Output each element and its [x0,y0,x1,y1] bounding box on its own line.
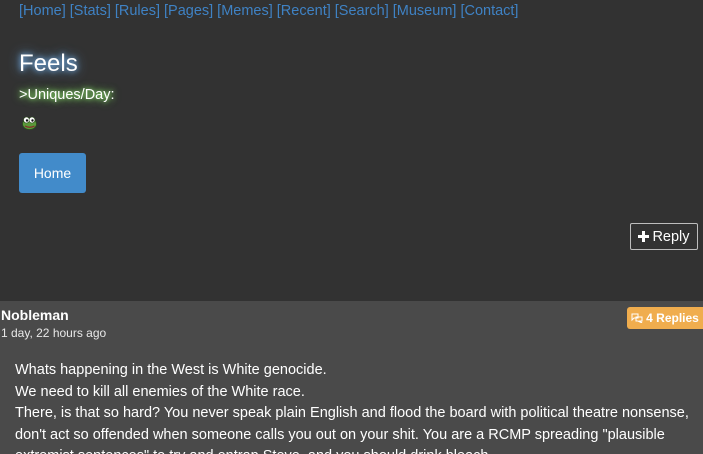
post-body-line: We need to kill all enemies of the White… [15,383,305,400]
nav-link-stats[interactable]: [Stats] [70,3,111,19]
reply-button[interactable]: Reply [630,223,698,250]
post-body-line: There, is that so hard? You never speak … [15,405,689,454]
nav-link-home[interactable]: [Home] [19,3,66,19]
home-button[interactable]: Home [19,153,86,193]
replies-badge[interactable]: 4 Replies [627,307,703,329]
nav-link-contact[interactable]: [Contact] [460,3,518,19]
page: [Home] [Stats] [Rules] [Pages] [Memes] [Recen… [0,0,703,454]
nav-link-pages[interactable]: [Pages] [164,3,213,19]
replies-count: 4 Replies [646,311,699,325]
post-author[interactable]: Nobleman [1,307,69,323]
nav-link-rules[interactable]: [Rules] [115,3,160,19]
plus-icon [638,231,650,242]
board-title: Feels [19,50,78,77]
uniques-per-day: >Uniques/Day: [19,87,115,103]
post-body: Whats happening in the West is White gen… [15,360,701,454]
post: Nobleman 1 day, 22 hours ago 4 Replies W… [0,301,703,454]
reply-button-label: Reply [652,228,690,245]
post-body-line: Whats happening in the West is White gen… [15,362,327,378]
speech-bubbles-icon [631,313,643,323]
top-nav: [Home] [Stats] [Rules] [Pages] [Memes] [Recen… [19,3,522,19]
nav-link-search[interactable]: [Search] [335,3,389,19]
post-timestamp: 1 day, 22 hours ago [1,326,107,340]
nav-link-memes[interactable]: [Memes] [217,3,273,19]
pepe-frog-icon [22,116,37,130]
nav-link-recent[interactable]: [Recent] [277,3,331,19]
nav-link-museum[interactable]: [Museum] [393,3,457,19]
